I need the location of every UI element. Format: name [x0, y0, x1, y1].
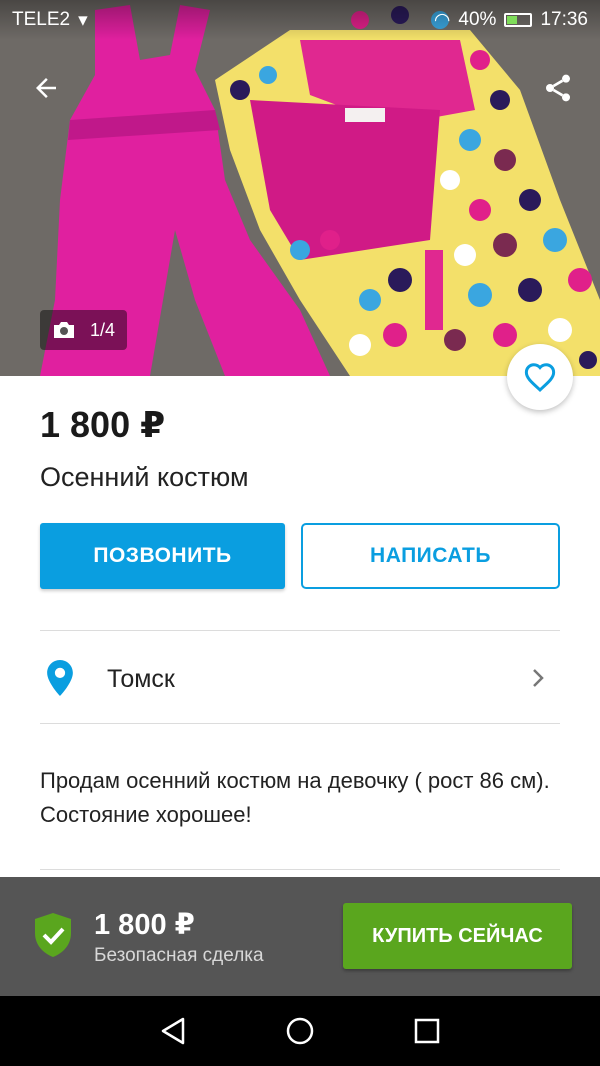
signal-icon: ▾	[78, 9, 88, 31]
call-button[interactable]: ПОЗВОНИТЬ	[40, 523, 285, 589]
product-photo-gallery[interactable]: TELE2 ▾ ◠ 40% 17:36 1/4	[0, 0, 600, 376]
chevron-right-icon	[533, 669, 544, 687]
wifi-icon: ◠	[433, 9, 451, 31]
photo-counter-text: 1/4	[90, 319, 116, 340]
safe-deal-bar: 1 800 ₽ Безопасная сделка КУПИТЬ СЕЙЧАС	[0, 877, 600, 996]
location-row[interactable]: Томск	[0, 632, 600, 722]
divider	[40, 723, 560, 724]
battery-percent: 40%	[458, 9, 497, 30]
nav-recents-icon	[414, 1018, 439, 1044]
clock: 17:36	[540, 9, 588, 30]
heart-icon	[524, 363, 556, 392]
share-icon	[546, 74, 570, 102]
divider	[40, 630, 560, 631]
back-arrow-icon	[36, 78, 56, 98]
status-bar: TELE2 ▾ ◠ 40% 17:36	[0, 0, 600, 40]
listing-description: Продам осенний костюм на девочку ( рост …	[40, 768, 550, 827]
write-button[interactable]: НАПИСАТЬ	[301, 523, 560, 589]
divider	[40, 869, 560, 870]
nav-recents-button[interactable]	[405, 1009, 449, 1053]
nav-home-button[interactable]	[278, 1009, 322, 1053]
buy-bar-price: 1 800 ₽	[94, 909, 195, 941]
location-city: Томск	[107, 665, 175, 693]
listing-price: 1 800 ₽	[40, 404, 166, 445]
listing-title: Осенний костюм	[40, 462, 249, 492]
photo-counter: 1/4	[40, 310, 128, 350]
back-button[interactable]	[24, 66, 68, 110]
share-button[interactable]	[536, 66, 580, 110]
shield-check-icon	[35, 913, 71, 957]
nav-back-icon	[162, 1017, 185, 1045]
buy-now-button[interactable]: КУПИТЬ СЕЙЧАС	[343, 903, 572, 969]
safe-deal-label: Безопасная сделка	[94, 945, 264, 966]
location-pin-icon	[47, 660, 73, 696]
favorite-button[interactable]	[507, 344, 573, 410]
camera-icon	[54, 322, 74, 338]
carrier-label: TELE2	[12, 9, 71, 30]
nav-back-button[interactable]	[151, 1009, 195, 1053]
system-nav-bar	[0, 996, 600, 1066]
nav-home-icon	[286, 1017, 314, 1045]
battery-icon	[504, 13, 533, 27]
